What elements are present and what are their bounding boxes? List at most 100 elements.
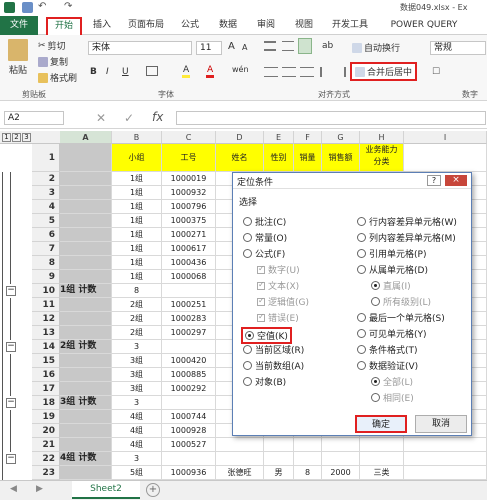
column-header-e[interactable]: E [264,131,294,144]
tab-page-layout[interactable]: 页面布局 [124,18,168,34]
dialog-option[interactable]: 空值(K) [241,327,292,344]
radio-button[interactable] [243,345,252,354]
align-top-button[interactable] [264,41,276,51]
collapse-group-button[interactable]: − [6,342,16,352]
cell-g21[interactable] [322,438,360,452]
paste-button[interactable]: 粘贴 [6,39,30,76]
checkbox[interactable] [257,280,265,290]
cell-e23[interactable]: 男 [264,466,294,480]
tab-formulas[interactable]: 公式 [176,18,204,34]
row-header[interactable]: 7 [32,242,60,256]
save-icon[interactable] [22,2,33,13]
dialog-option[interactable]: 逻辑值(G) [257,295,309,308]
cell-e21[interactable] [264,438,294,452]
checkbox[interactable] [257,296,265,306]
cell-b12[interactable]: 2组 [112,312,162,326]
row-header[interactable]: 11 [32,298,60,312]
tab-file[interactable]: 文件 [0,16,38,35]
cell-c1[interactable]: 工号 [162,144,216,172]
decrease-indent-button[interactable] [320,67,332,77]
cell-e1[interactable]: 性别 [264,144,294,172]
row-header[interactable]: 3 [32,186,60,200]
dialog-option[interactable]: 相同(E) [371,391,414,404]
cell-b20[interactable]: 4组 [112,424,162,438]
cell-c8[interactable]: 1000436 [162,256,216,270]
cell-b1[interactable]: 小组 [112,144,162,172]
cancel-formula-icon[interactable]: ✕ [96,111,106,125]
cell-a18[interactable]: 3组 计数 [60,396,112,410]
row-header[interactable]: 16 [32,368,60,382]
wrap-text-button[interactable]: 自动换行 [352,41,400,54]
cell-f21[interactable] [294,438,322,452]
formula-input[interactable] [176,111,486,125]
checkbox[interactable] [257,312,265,322]
radio-button[interactable] [357,249,366,258]
cell-h21[interactable] [360,438,404,452]
cell-b5[interactable]: 1组 [112,214,162,228]
cell-b6[interactable]: 1组 [112,228,162,242]
row-header[interactable]: 5 [32,214,60,228]
align-right-button[interactable] [300,67,314,77]
dialog-option[interactable]: 数字(U) [257,263,300,276]
cell-a20[interactable] [60,424,112,438]
cell-c10[interactable] [162,284,216,298]
cell-c23[interactable]: 1000936 [162,466,216,480]
column-header-b[interactable]: B [112,131,162,144]
dialog-option[interactable]: 常量(O) [243,231,287,244]
cell-g22[interactable] [322,452,360,466]
row-header[interactable]: 14 [32,340,60,354]
collapse-group-button[interactable]: − [6,286,16,296]
insert-function-icon[interactable]: fx [152,110,163,124]
row-header[interactable]: 19 [32,410,60,424]
dialog-option[interactable]: 最后一个单元格(S) [357,311,445,324]
font-name-select[interactable]: 宋体 [88,41,192,55]
collapse-group-button[interactable]: − [6,398,16,408]
cell-f22[interactable] [294,452,322,466]
cell-a13[interactable] [60,326,112,340]
format-painter-button[interactable]: 格式刷 [38,71,77,84]
scroll-left-icon[interactable]: ◀ [10,484,17,494]
cell-b3[interactable]: 1组 [112,186,162,200]
underline-button[interactable]: U [122,67,129,77]
row-header[interactable]: 20 [32,424,60,438]
cell-b7[interactable]: 1组 [112,242,162,256]
increase-indent-button[interactable] [334,67,346,77]
cell-d23[interactable]: 张德旺 [216,466,264,480]
cell-i1[interactable] [404,144,487,172]
outline-level-2[interactable]: 2 [12,133,21,142]
row-header[interactable]: 23 [32,466,60,480]
row-header[interactable]: 1 [32,144,60,172]
outline-level-1[interactable]: 1 [2,133,11,142]
radio-button[interactable] [371,393,380,402]
cell-b14[interactable]: 3 [112,340,162,354]
dialog-option[interactable]: 全部(L) [371,375,413,388]
copy-button[interactable]: 复制 [38,55,68,68]
add-sheet-button[interactable]: + [146,483,160,497]
dialog-option[interactable]: 错误(E) [257,311,299,324]
cell-f23[interactable]: 8 [294,466,322,480]
redo-icon[interactable]: ↷ [64,2,75,13]
align-bottom-button[interactable] [298,38,312,54]
dialog-option[interactable]: 列内容差异单元格(M) [357,231,456,244]
cell-a14[interactable]: 2组 计数 [60,340,112,354]
row-header[interactable]: 8 [32,256,60,270]
dialog-option[interactable]: 对象(B) [243,375,286,388]
tab-view[interactable]: 视图 [290,18,318,34]
cell-d21[interactable] [216,438,264,452]
cell-b11[interactable]: 2组 [112,298,162,312]
cell-b18[interactable]: 3 [112,396,162,410]
dialog-option[interactable]: 所有级别(L) [371,295,431,308]
radio-button[interactable] [245,331,254,340]
dialog-option[interactable]: 批注(C) [243,215,286,228]
radio-button[interactable] [371,377,380,386]
cell-b19[interactable]: 4组 [112,410,162,424]
undo-icon[interactable]: ↶ [38,2,49,13]
row-header[interactable]: 22 [32,452,60,466]
radio-button[interactable] [357,329,366,338]
column-header-g[interactable]: G [322,131,360,144]
row-header[interactable]: 17 [32,382,60,396]
cell-b4[interactable]: 1组 [112,200,162,214]
currency-button[interactable]: ☐ [432,67,440,77]
radio-button[interactable] [371,297,380,306]
radio-button[interactable] [371,281,380,290]
